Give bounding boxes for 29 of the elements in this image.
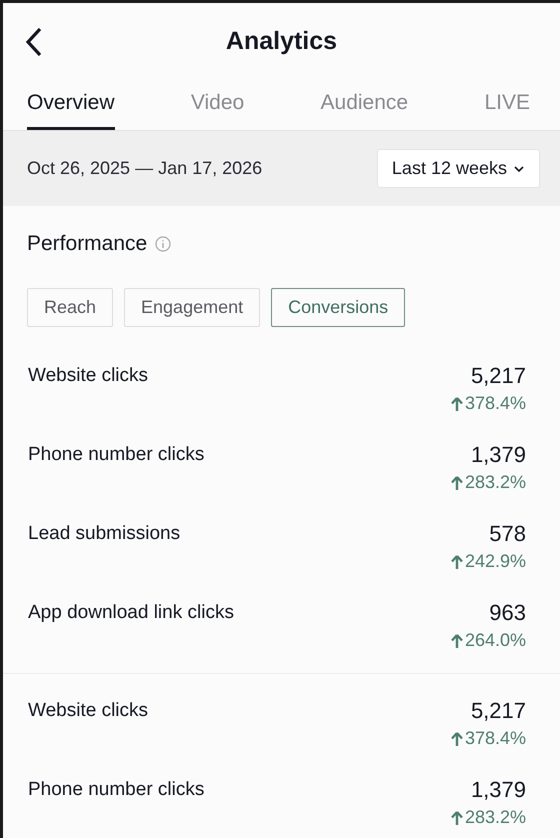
metric-value: 5,217 (470, 698, 526, 724)
filter-button[interactable]: Reach (27, 288, 114, 327)
metric-change: 378.4% (464, 728, 526, 749)
metric-label: Website clicks (28, 364, 148, 388)
page-title: Analytics (226, 26, 338, 56)
metric-change: 242.9% (464, 551, 526, 572)
tab[interactable]: Video (190, 79, 244, 130)
metric-value: 578 (489, 521, 526, 547)
metric-change: 264.0% (464, 630, 526, 651)
metric-value: 1,379 (470, 777, 526, 803)
filter-button[interactable]: Conversions (271, 288, 406, 327)
section-title: Performance (27, 232, 148, 256)
tab[interactable]: LIVE (484, 79, 530, 130)
filter-button[interactable]: Engagement (124, 288, 260, 327)
metric-label: App download link clicks (28, 601, 234, 625)
date-range: Oct 26, 2025 — Jan 17, 2026 (27, 158, 262, 179)
metric-value: 963 (489, 600, 526, 626)
metric-label: Phone number clicks (28, 443, 204, 467)
metric-value: 5,217 (470, 363, 526, 389)
metric-change: 283.2% (464, 807, 526, 828)
metric-change: 283.2% (464, 472, 526, 493)
metric-label: Website clicks (28, 699, 148, 723)
metric-change: 378.4% (464, 393, 526, 414)
metric-value: 1,379 (470, 442, 526, 468)
metric-label: Lead submissions (28, 522, 180, 546)
metric-label: Phone number clicks (28, 778, 204, 802)
chevron-down-icon (513, 164, 525, 172)
period-dropdown[interactable]: Last 12 weeks (376, 149, 540, 188)
tab[interactable]: Audience (320, 79, 408, 130)
